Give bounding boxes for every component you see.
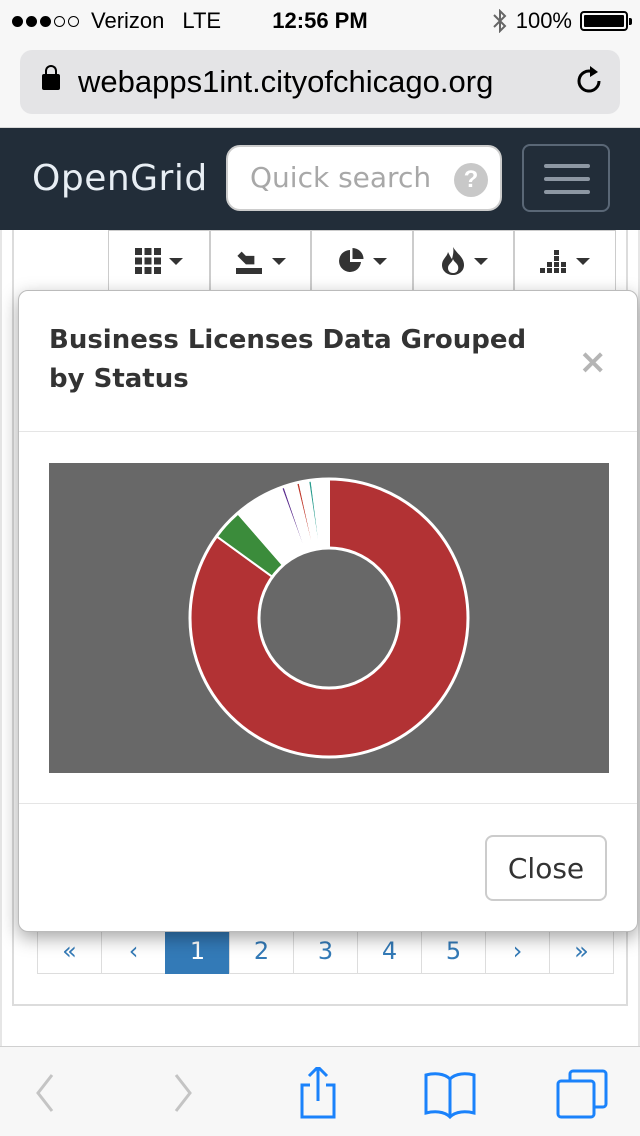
donut-chart bbox=[49, 463, 609, 773]
modal-header-divider bbox=[19, 431, 637, 432]
tabs-icon[interactable] bbox=[552, 1067, 612, 1119]
reload-icon[interactable] bbox=[572, 64, 606, 98]
close-icon[interactable]: × bbox=[579, 345, 608, 379]
pagination-last[interactable]: » bbox=[549, 928, 614, 974]
menu-toggle-button[interactable] bbox=[522, 144, 610, 212]
hamburger-bar bbox=[544, 177, 590, 181]
battery-fill bbox=[584, 15, 624, 27]
pagination-page-5[interactable]: 5 bbox=[421, 928, 486, 974]
browser-address-area: webapps1int.cityofchicago.org bbox=[0, 40, 640, 128]
pagination-prev[interactable]: ‹ bbox=[101, 928, 166, 974]
grid-view-button[interactable] bbox=[108, 230, 210, 292]
bookmarks-icon[interactable] bbox=[420, 1067, 480, 1119]
battery-percent: 100% bbox=[515, 8, 572, 33]
pagination-page-3[interactable]: 3 bbox=[293, 928, 358, 974]
search-input[interactable] bbox=[250, 161, 450, 194]
bar-chart-button[interactable] bbox=[514, 230, 616, 292]
grid-icon bbox=[134, 248, 161, 274]
caret-down-icon bbox=[272, 257, 287, 265]
heatmap-button[interactable] bbox=[412, 230, 515, 292]
hamburger-bar bbox=[544, 164, 590, 168]
caret-down-icon bbox=[168, 257, 183, 265]
chart-modal: Business Licenses Data Grouped by Status… bbox=[18, 290, 638, 932]
bar-chart-icon bbox=[540, 250, 567, 273]
donut-chart-svg bbox=[188, 477, 470, 759]
map-marker-button[interactable] bbox=[209, 230, 312, 292]
map-marker-icon bbox=[236, 251, 263, 274]
pagination-first[interactable]: « bbox=[37, 928, 102, 974]
share-icon[interactable] bbox=[288, 1067, 348, 1119]
bluetooth-icon bbox=[493, 9, 507, 33]
caret-down-icon bbox=[576, 257, 591, 265]
status-bar: Verizon LTE 12:56 PM 100% bbox=[0, 0, 640, 40]
battery-icon bbox=[580, 11, 632, 31]
brand-logo[interactable]: OpenGrid bbox=[32, 158, 208, 199]
caret-down-icon bbox=[372, 257, 387, 265]
url-text[interactable]: webapps1int.cityofchicago.org bbox=[78, 64, 493, 100]
hamburger-bar bbox=[544, 190, 590, 194]
address-bar[interactable]: webapps1int.cityofchicago.org bbox=[20, 50, 620, 114]
app-navbar: OpenGrid ? bbox=[0, 128, 640, 230]
pagination-page-1[interactable]: 1 bbox=[165, 928, 230, 974]
pie-chart-icon bbox=[339, 248, 364, 272]
fire-icon bbox=[441, 247, 464, 275]
status-right: 100% bbox=[492, 8, 632, 34]
modal-footer-divider bbox=[19, 803, 637, 804]
pagination: « ‹ 1 2 3 4 5 › » bbox=[37, 928, 614, 974]
donut-hole bbox=[257, 546, 401, 690]
pagination-page-2[interactable]: 2 bbox=[229, 928, 294, 974]
pagination-next[interactable]: › bbox=[485, 928, 550, 974]
pie-chart-button[interactable] bbox=[311, 230, 413, 292]
back-icon[interactable] bbox=[18, 1067, 78, 1119]
caret-down-icon bbox=[473, 257, 488, 265]
lock-icon bbox=[42, 65, 60, 90]
browser-toolbar bbox=[0, 1046, 640, 1136]
pagination-page-4[interactable]: 4 bbox=[357, 928, 422, 974]
forward-icon[interactable] bbox=[152, 1067, 212, 1119]
modal-title: Business Licenses Data Grouped by Status bbox=[49, 325, 527, 394]
data-toolbar bbox=[108, 230, 616, 292]
help-icon[interactable]: ? bbox=[454, 163, 488, 197]
quick-search: ? bbox=[226, 145, 502, 211]
close-button[interactable]: Close bbox=[485, 835, 607, 901]
